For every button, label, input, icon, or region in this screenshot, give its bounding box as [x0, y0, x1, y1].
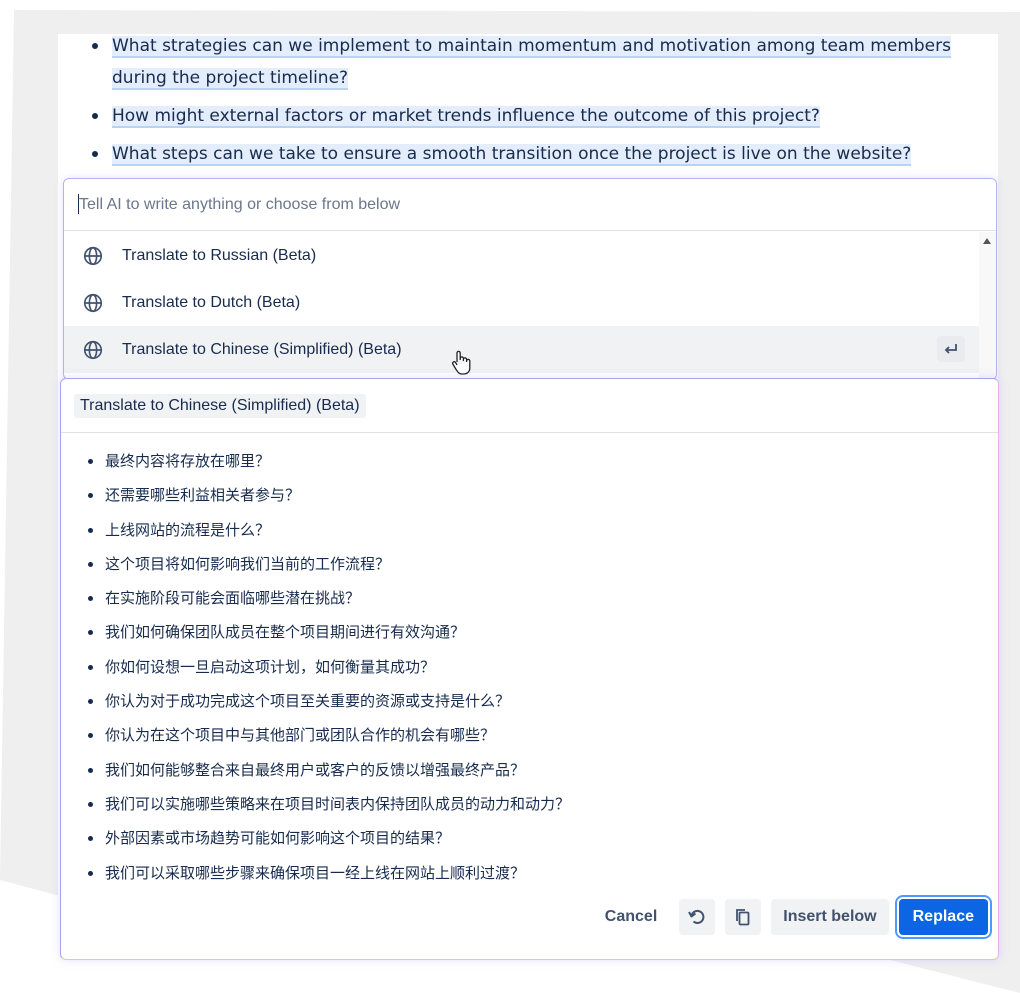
- list-item: What strategies can we implement to main…: [62, 30, 962, 94]
- highlighted-text: How might external factors or market tre…: [112, 106, 820, 128]
- ai-prompt-input[interactable]: [64, 179, 996, 231]
- list-item: 你认为对于成功完成这个项目至关重要的资源或支持是什么？: [85, 689, 570, 723]
- globe-icon: [83, 246, 103, 265]
- replace-button[interactable]: Replace: [898, 899, 988, 935]
- list-item: 我们可以实施哪些策略来在项目时间表内保持团队成员的动力和动力？: [85, 792, 570, 826]
- menu-item-translate-russian[interactable]: Translate to Russian (Beta): [64, 232, 979, 279]
- menu-item-label: Translate to Russian (Beta): [122, 246, 317, 264]
- copy-button[interactable]: [725, 899, 762, 935]
- ai-result-panel: Translate to Chinese (Simplified) (Beta)…: [60, 378, 999, 960]
- translation-list: 最终内容将存放在哪里？ 还需要哪些利益相关者参与？ 上线网站的流程是什么？ 这个…: [85, 449, 570, 895]
- globe-icon: [83, 293, 103, 312]
- highlighted-text: What steps can we take to ensure a smoot…: [112, 144, 912, 166]
- menu-item-label: Translate to Dutch (Beta): [122, 293, 301, 311]
- scroll-up-arrow-icon[interactable]: [983, 238, 991, 244]
- hand-cursor-icon: [452, 350, 471, 375]
- insert-below-button[interactable]: Insert below: [771, 899, 889, 935]
- list-item: 这个项目将如何影响我们当前的工作流程？: [85, 552, 570, 586]
- ai-suggestion-menu: Translate to Russian (Beta) Translate to…: [64, 232, 979, 373]
- menu-item-label: Translate to Chinese (Simplified) (Beta): [122, 340, 402, 358]
- prompt-tag: Translate to Chinese (Simplified) (Beta): [74, 394, 366, 418]
- cancel-button[interactable]: Cancel: [593, 899, 669, 935]
- menu-item-translate-dutch[interactable]: Translate to Dutch (Beta): [64, 279, 979, 326]
- list-item: 还需要哪些利益相关者参与？: [85, 483, 570, 517]
- list-item: 你如何设想一旦启动这项计划，如何衡量其成功？: [85, 655, 570, 689]
- list-item: 我们如何能够整合来自最终用户或客户的反馈以增强最终产品？: [85, 758, 570, 792]
- list-item: 你认为在这个项目中与其他部门或团队合作的机会有哪些？: [85, 723, 570, 757]
- list-item: 在实施阶段可能会面临哪些潜在挑战？: [85, 586, 570, 620]
- list-item: 我们如何确保团队成员在整个项目期间进行有效沟通？: [85, 620, 570, 654]
- text-caret: [78, 194, 79, 214]
- list-item: 最终内容将存放在哪里？: [85, 449, 570, 483]
- retry-icon: [688, 909, 705, 924]
- highlighted-text: What strategies can we implement to main…: [112, 36, 951, 90]
- result-actions: Cancel Insert below Replace: [583, 899, 988, 935]
- list-item: 我们可以采取哪些步骤来确保项目一经上线在网站上顺利过渡？: [85, 861, 570, 895]
- result-header: Translate to Chinese (Simplified) (Beta): [61, 379, 998, 433]
- copy-icon: [736, 909, 750, 926]
- list-item: 外部因素或市场趋势可能如何影响这个项目的结果？: [85, 826, 570, 860]
- list-item: How might external factors or market tre…: [62, 100, 962, 132]
- globe-icon: [83, 340, 103, 359]
- retry-button[interactable]: [679, 899, 716, 935]
- menu-scrollbar[interactable]: [979, 232, 996, 379]
- question-list: What strategies can we implement to main…: [62, 30, 962, 176]
- ai-prompt-panel: Translate to Russian (Beta) Translate to…: [63, 178, 997, 380]
- list-item: 上线网站的流程是什么？: [85, 518, 570, 552]
- list-item: What steps can we take to ensure a smoot…: [62, 138, 962, 170]
- menu-item-translate-chinese[interactable]: Translate to Chinese (Simplified) (Beta): [64, 326, 979, 373]
- enter-key-icon: [937, 336, 965, 362]
